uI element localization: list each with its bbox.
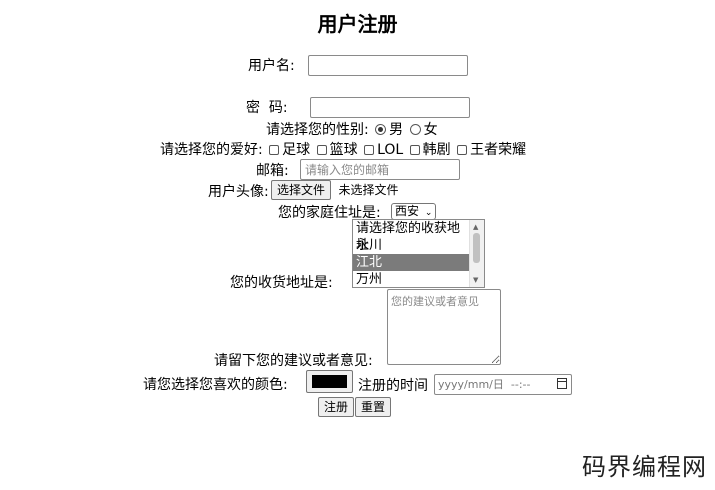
choose-file-button[interactable]: 选择文件 [271, 180, 332, 200]
color-swatch-fill [312, 375, 347, 388]
shipping-address-listbox[interactable]: 请选择您的收获地址 永川 江北 万州 ▲ ▼ [352, 219, 485, 288]
register-time-label: 注册的时间 [358, 378, 428, 394]
gender-male-radio[interactable] [375, 124, 387, 135]
hobby-kdrama-checkbox[interactable] [409, 145, 420, 155]
password-input[interactable] [310, 97, 470, 118]
gender-female-radio[interactable] [409, 124, 421, 135]
hobby-honor-of-kings-checkbox[interactable] [457, 145, 468, 155]
hobby-honor-of-kings-label: 王者荣耀 [470, 142, 527, 158]
file-status-text: 未选择文件 [338, 183, 399, 197]
password-label: 密 码: [246, 100, 288, 116]
username-label: 用户名: [248, 58, 295, 74]
color-picker[interactable] [306, 370, 353, 393]
gender-female-label: 女 [423, 122, 438, 138]
register-time-placeholder: yyyy/mm/日 --:-- [438, 378, 531, 391]
suggestion-textarea[interactable] [387, 289, 501, 365]
listbox-option[interactable]: 万州 [353, 271, 472, 287]
hobby-lol-label: LOL [377, 142, 404, 158]
color-label: 请您选择您喜欢的颜色: [143, 377, 288, 393]
hobby-kdrama-label: 韩剧 [422, 142, 451, 158]
hobbies-row: 请选择您的爱好: 足球 篮球 LOL 韩剧 王者荣耀 [160, 139, 526, 159]
hobby-basketball-label: 篮球 [329, 142, 358, 158]
listbox-option[interactable]: 永川 [353, 237, 472, 254]
suggestion-label: 请留下您的建议或者意见: [214, 353, 373, 369]
hobby-basketball-checkbox[interactable] [316, 145, 327, 155]
watermark-logo: 码界编程网 [582, 453, 707, 481]
avatar-label: 用户头像: [208, 184, 269, 200]
hobby-football-label: 足球 [282, 142, 311, 158]
home-address-value: 西安 [395, 204, 420, 218]
reset-button[interactable]: 重置 [355, 397, 392, 417]
listbox-option[interactable]: 请选择您的收获地址 [353, 220, 472, 253]
hobby-football-checkbox[interactable] [269, 145, 280, 155]
register-time-input[interactable]: yyyy/mm/日 --:-- [434, 374, 572, 395]
form-actions: 注册 重置 [318, 397, 392, 417]
email-input[interactable] [300, 159, 460, 180]
scrollbar-thumb[interactable] [473, 233, 480, 263]
submit-button[interactable]: 注册 [318, 397, 355, 417]
username-input[interactable] [308, 55, 468, 76]
shipping-address-label: 您的收货地址是: [230, 275, 333, 291]
home-address-select[interactable]: 西安 ⌄ [391, 203, 437, 220]
listbox-option-selected[interactable]: 江北 [353, 254, 472, 271]
listbox-scrollbar[interactable]: ▲ ▼ [469, 220, 484, 287]
chevron-down-icon: ⌄ [424, 208, 433, 218]
hobby-lol-checkbox[interactable] [364, 145, 375, 155]
hobbies-label: 请选择您的爱好: [160, 142, 263, 158]
gender-label: 请选择您的性别: [266, 122, 369, 138]
gender-row: 请选择您的性别: 男 女 [266, 119, 438, 139]
avatar-file-picker: 选择文件 未选择文件 [271, 180, 398, 200]
email-label: 邮箱: [256, 163, 289, 179]
gender-male-label: 男 [389, 122, 404, 138]
scroll-up-icon[interactable]: ▲ [473, 223, 478, 231]
scroll-down-icon[interactable]: ▼ [473, 276, 478, 284]
calendar-icon[interactable] [557, 378, 567, 389]
page-title: 用户注册 [317, 12, 398, 36]
